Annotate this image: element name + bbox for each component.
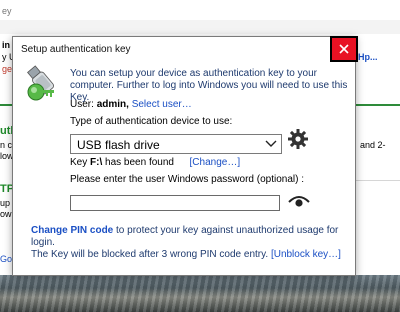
- key-drive: F:\: [90, 157, 103, 168]
- usb-key-icon: [27, 65, 54, 101]
- key-found-status: Key F:\ has been found [Change…]: [70, 157, 240, 168]
- user-line: User: admin, Select user…: [70, 99, 192, 110]
- select-user-link[interactable]: Select user…: [132, 99, 192, 110]
- unblock-key-link[interactable]: [Unblock key…]: [271, 249, 341, 260]
- background-divider: [356, 104, 400, 106]
- background-photo: [0, 275, 400, 312]
- change-key-link[interactable]: [Change…]: [190, 157, 241, 168]
- dialog-title: Setup authentication key: [21, 44, 131, 55]
- eye-icon[interactable]: [288, 194, 310, 208]
- background-text: n c: [0, 140, 13, 150]
- device-type-value: USB flash drive: [77, 138, 160, 152]
- chevron-down-icon: [265, 140, 277, 147]
- password-field[interactable]: [70, 195, 280, 211]
- change-pin-link[interactable]: Change PIN code: [31, 225, 113, 236]
- background-divider: [0, 104, 12, 106]
- password-label: Please enter the user Windows password (…: [70, 174, 305, 185]
- key-found-suffix: has been found: [105, 157, 174, 168]
- user-name: admin,: [96, 99, 129, 110]
- key-found-prefix: Key: [70, 157, 88, 168]
- background-text: ge: [2, 64, 13, 74]
- pin-info-text: Change PIN code to protect your key agai…: [31, 225, 353, 261]
- background-divider: [356, 180, 400, 181]
- blocked-text: The Key will be blocked after 3 wrong PI…: [31, 249, 269, 260]
- background-link[interactable]: Hp...: [358, 52, 378, 63]
- device-type-select[interactable]: USB flash drive: [70, 134, 282, 154]
- close-icon: [339, 44, 349, 54]
- background-text: in: [2, 40, 10, 50]
- gear-icon[interactable]: [287, 128, 309, 150]
- background-text: ow: [0, 209, 12, 219]
- device-type-label: Type of authentication device to use:: [70, 116, 233, 127]
- background-title: ey: [2, 6, 12, 16]
- background-text: and 2-: [360, 140, 386, 150]
- background-header-band: [0, 20, 400, 34]
- dialog-titlebar[interactable]: Setup authentication key: [13, 36, 358, 62]
- setup-key-dialog: Setup authentication key You can setup y…: [12, 36, 358, 276]
- close-button[interactable]: [330, 36, 358, 62]
- user-label: User:: [70, 99, 94, 110]
